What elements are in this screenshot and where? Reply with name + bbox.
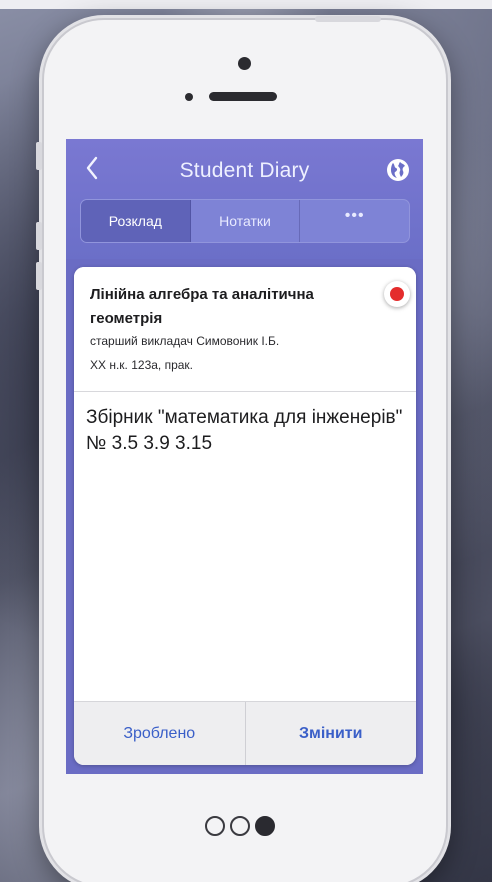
lesson-card: Лінійна алгебра та аналітична геометрія … [74, 267, 416, 765]
page-indicator [205, 815, 281, 837]
globe-icon [387, 159, 409, 181]
edit-button[interactable]: Змінити [246, 702, 417, 765]
app-screen: Student Diary Розклад Нотатки ••• Лінійн… [66, 139, 423, 774]
lesson-header: Лінійна алгебра та аналітична геометрія … [74, 267, 416, 391]
segmented-tabs: Розклад Нотатки ••• [80, 199, 410, 243]
page-dot-active[interactable] [255, 816, 275, 836]
tab-notes[interactable]: Нотатки [191, 200, 301, 242]
done-button[interactable]: Зроблено [74, 702, 246, 765]
more-dots-icon: ••• [344, 207, 365, 224]
tab-schedule[interactable]: Розклад [81, 200, 191, 242]
earpiece-speaker [209, 92, 277, 101]
status-indicator[interactable] [384, 281, 410, 307]
power-button [315, 16, 381, 22]
card-actions: Зроблено Змінити [74, 701, 416, 765]
page-dot[interactable] [205, 816, 225, 836]
globe-button[interactable] [386, 158, 410, 182]
lesson-teacher: старший викладач Симовоник І.Б. [90, 334, 280, 348]
lesson-subject: Лінійна алгебра та аналітична геометрія [90, 286, 314, 327]
top-strip [0, 0, 492, 9]
proximity-sensor [185, 93, 193, 101]
page-title: Student Diary [179, 159, 310, 182]
lesson-room: XX н.к. 123а, прак. [90, 358, 194, 372]
volume-down-button [36, 262, 42, 290]
red-dot-icon [390, 287, 404, 301]
volume-up-button [36, 222, 42, 250]
mute-switch [36, 142, 42, 170]
front-camera [238, 57, 251, 70]
homework-note[interactable]: Збірник "математика для інженерів" № 3.5… [86, 405, 406, 457]
divider [74, 391, 416, 392]
tab-more[interactable]: ••• [300, 200, 409, 242]
nav-bar: Student Diary Розклад Нотатки ••• [66, 139, 423, 259]
page-dot[interactable] [230, 816, 250, 836]
